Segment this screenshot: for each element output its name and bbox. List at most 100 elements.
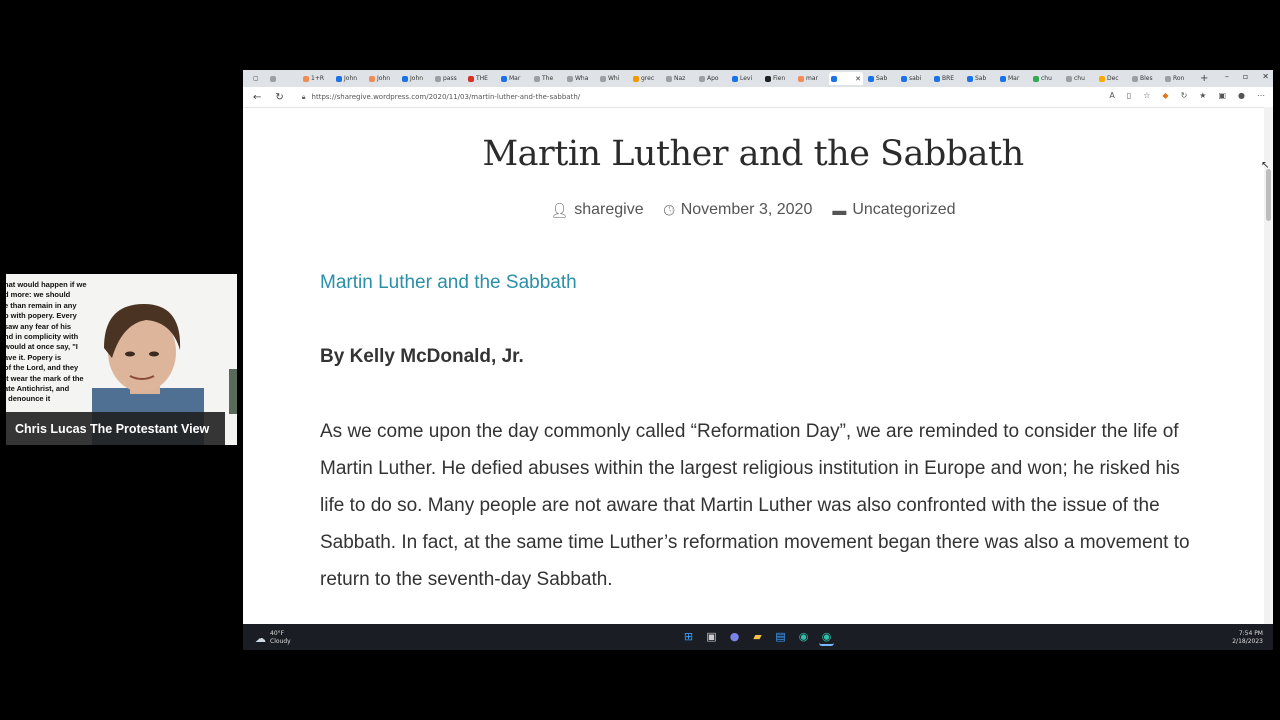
tab-favicon-icon xyxy=(798,75,804,82)
edge-active-icon[interactable]: ◉ xyxy=(819,629,834,646)
browser-tab[interactable]: BRE xyxy=(932,72,962,85)
browser-tab[interactable]: chu xyxy=(1031,72,1061,85)
system-clock[interactable]: 7:54 PM 2/18/2023 xyxy=(1232,630,1263,646)
tab-favicon-icon xyxy=(567,75,573,82)
browser-tab[interactable]: 1+R xyxy=(301,72,331,85)
notepad-icon[interactable]: ▤ xyxy=(773,629,788,644)
browser-tab[interactable]: Ron xyxy=(1163,72,1193,85)
tab-label: John xyxy=(410,75,424,82)
tab-favicon-icon xyxy=(369,75,375,82)
tab-label: Bles xyxy=(1140,75,1153,82)
windows-start-icon[interactable]: ⊞ xyxy=(681,629,696,644)
browser-tab[interactable]: Bles xyxy=(1130,72,1160,85)
post-date[interactable]: 🕓︎ November 3, 2020 xyxy=(664,201,813,219)
tab-favicon-icon xyxy=(1000,75,1006,82)
tab-actions-icon[interactable]: ▢ xyxy=(251,72,265,85)
browser-tab[interactable]: Levi xyxy=(730,72,760,85)
close-window-icon[interactable]: ✕ xyxy=(1262,72,1269,81)
taskbar-apps: ⊞ ▣ ● ▰ ▤ ◉ ◉ xyxy=(681,629,834,646)
profile-avatar-icon[interactable]: ● xyxy=(1238,91,1245,100)
lock-icon[interactable]: 🔒︎ xyxy=(302,93,306,102)
browser-tab[interactable]: John xyxy=(367,72,397,85)
post-author[interactable]: 👤︎ sharegive xyxy=(550,201,643,219)
tab-favicon-icon xyxy=(765,75,771,82)
tab-favicon-icon xyxy=(1066,75,1072,82)
body-paragraph: As we come upon the day commonly called … xyxy=(320,421,1190,590)
file-explorer-icon[interactable]: ▰ xyxy=(750,629,765,644)
favorites-icon[interactable]: ★ xyxy=(1199,91,1206,100)
browser-tab[interactable]: Apo xyxy=(697,72,727,85)
browser-tab[interactable]: sabi xyxy=(899,72,929,85)
browser-tab[interactable]: Whi xyxy=(598,72,628,85)
tab-favicon-icon xyxy=(270,75,276,82)
tab-favicon-icon xyxy=(666,75,672,82)
tab-favicon-icon xyxy=(934,75,940,82)
tab-label: John xyxy=(344,75,358,82)
add-favorite-icon[interactable]: ☆ xyxy=(1143,91,1150,100)
post-category[interactable]: ▬ Uncategorized xyxy=(832,201,955,219)
date-text[interactable]: November 3, 2020 xyxy=(681,201,813,219)
browser-tab[interactable]: chu xyxy=(1064,72,1094,85)
tab-favicon-icon xyxy=(633,75,639,82)
restore-icon[interactable]: ▫ xyxy=(1243,72,1248,81)
tab-label: Mar xyxy=(1008,75,1020,82)
tab-favicon-icon xyxy=(600,75,606,82)
url-field[interactable]: https://sharegive.wordpress.com/2020/11/… xyxy=(312,93,581,101)
browser-tab[interactable]: grec xyxy=(631,72,661,85)
author-name[interactable]: sharegive xyxy=(574,201,643,219)
tab-label: The xyxy=(542,75,554,82)
edge-icon[interactable]: ◉ xyxy=(796,629,811,644)
scrollbar-thumb[interactable] xyxy=(1266,169,1271,221)
browser-menu-icon[interactable]: ⋯ xyxy=(1257,91,1265,100)
browser-tab[interactable]: Wha xyxy=(565,72,595,85)
weather-widget[interactable]: ☁ 40°F Cloudy xyxy=(255,630,291,646)
chat-icon[interactable]: ● xyxy=(727,629,742,644)
immersive-reader-icon[interactable]: ▯ xyxy=(1127,91,1131,100)
post-title-link[interactable]: Martin Luther and the Sabbath xyxy=(320,272,577,294)
browser-tab[interactable]: Naz xyxy=(664,72,694,85)
tab-favicon-icon xyxy=(402,75,408,82)
browser-tab[interactable]: pass xyxy=(433,72,463,85)
tab-favicon-icon xyxy=(831,75,837,82)
browser-tab[interactable]: Fien xyxy=(763,72,793,85)
new-tab-icon[interactable]: + xyxy=(1200,73,1208,84)
refresh-icon[interactable]: ↻ xyxy=(275,92,283,103)
browser-tab[interactable]: John xyxy=(334,72,364,85)
back-icon[interactable]: ← xyxy=(253,92,261,103)
cloud-icon: ☁ xyxy=(255,631,266,645)
weather-condition: Cloudy xyxy=(270,638,291,645)
browser-tab[interactable]: John xyxy=(400,72,430,85)
clock-date: 2/18/2023 xyxy=(1232,638,1263,645)
browser-tab[interactable]: Mar xyxy=(998,72,1028,85)
browser-tab[interactable] xyxy=(268,72,298,85)
collections-icon[interactable]: ▣ xyxy=(1218,91,1226,100)
tab-label: sabi xyxy=(909,75,922,82)
read-aloud-icon[interactable]: A xyxy=(1109,91,1114,100)
browser-tab[interactable]: The xyxy=(532,72,562,85)
tab-label: Naz xyxy=(674,75,686,82)
webcam-overlay: hat would happen if we d more: we should e… xyxy=(6,274,237,445)
browser-tab[interactable]: Sab xyxy=(866,72,896,85)
browser-tab[interactable]: Dec xyxy=(1097,72,1127,85)
browser-tab[interactable]: Sab xyxy=(965,72,995,85)
task-view-icon[interactable]: ▣ xyxy=(704,629,719,644)
tab-label: Fien xyxy=(773,75,786,82)
tab-label: Mar xyxy=(509,75,521,82)
tab-favicon-icon xyxy=(501,75,507,82)
browser-tab[interactable]: THE xyxy=(466,72,496,85)
browser-tab[interactable]: Mar xyxy=(499,72,529,85)
category-text[interactable]: Uncategorized xyxy=(852,201,955,219)
close-tab-icon[interactable]: ✕ xyxy=(855,75,861,83)
temperature: 40°F xyxy=(270,630,285,637)
page-scrollbar[interactable] xyxy=(1264,107,1273,624)
extension-icon[interactable]: ◆ xyxy=(1162,91,1168,100)
reload-extension-icon[interactable]: ↻ xyxy=(1181,91,1188,100)
tab-label: Whi xyxy=(608,75,620,82)
browser-tab[interactable]: mar xyxy=(796,72,826,85)
person-icon: 👤︎ xyxy=(550,201,569,218)
tab-label: 1+R xyxy=(311,75,325,82)
tab-favicon-icon xyxy=(1033,75,1039,82)
folder-icon: ▬ xyxy=(832,202,847,218)
minimize-icon[interactable]: – xyxy=(1225,72,1229,81)
browser-tab[interactable]: ✕ xyxy=(829,72,863,85)
